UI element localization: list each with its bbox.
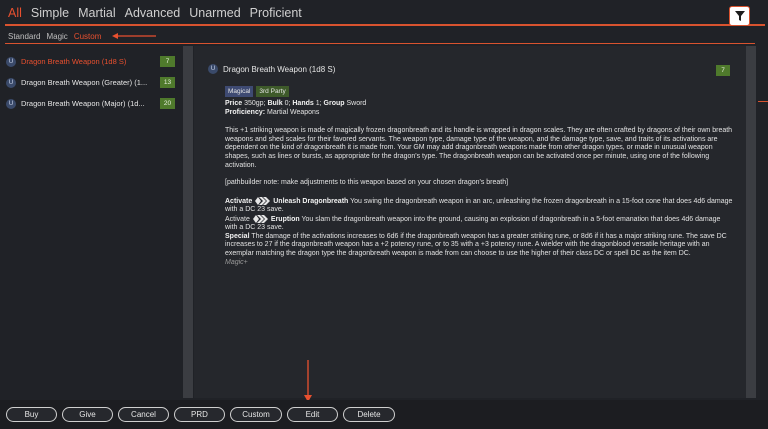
tab-martial[interactable]: Martial [78, 6, 116, 20]
level-badge: 13 [160, 77, 175, 88]
list-scrollbar[interactable] [183, 46, 193, 398]
delete-button[interactable]: Delete [343, 407, 395, 422]
price-value: 350gp; [244, 100, 266, 107]
detail-panel: U Dragon Breath Weapon (1d8 S) 7 Magical… [194, 46, 746, 398]
trait-list: Magical 3rd Party [225, 86, 289, 97]
edit-button[interactable]: Edit [287, 407, 338, 422]
sub-tabs: Standard Magic Custom [8, 32, 101, 41]
list-item[interactable]: U Dragon Breath Weapon (Major) (1d... 20 [0, 93, 180, 114]
uncommon-badge: U [6, 77, 16, 88]
two-action-icon [252, 214, 268, 223]
bulk-value: 0; [284, 100, 291, 107]
item-label: Dragon Breath Weapon (Greater) (1... [21, 78, 148, 87]
activation-2: Activate Eruption You slam the dragonbrea… [225, 214, 733, 233]
annotation-arrow-left [112, 33, 156, 39]
activation-name: Eruption [270, 215, 300, 223]
item-label: Dragon Breath Weapon (1d8 S) [21, 57, 127, 66]
uncommon-badge: U [6, 98, 16, 109]
tab-proficient[interactable]: Proficient [250, 6, 302, 20]
builder-note: [pathbuilder note: make adjustments to t… [225, 179, 509, 187]
subtab-custom[interactable]: Custom [74, 32, 102, 41]
trait-tag: 3rd Party [256, 86, 289, 97]
item-label: Dragon Breath Weapon (Major) (1d... [21, 99, 145, 108]
description: This +1 striking weapon is made of magic… [225, 127, 733, 169]
tabs-divider [5, 24, 765, 26]
proficiency-line: Proficiency: Martial Weapons [225, 109, 733, 118]
filter-icon [734, 11, 745, 21]
activate-label: Activate [225, 197, 253, 205]
tab-all[interactable]: All [8, 6, 22, 20]
detail-scrollbar[interactable] [746, 46, 756, 398]
activation-text: You slam the dragonbreath weapon into th… [225, 215, 721, 232]
uncommon-badge: U [6, 56, 16, 67]
annotation-arrow-down [304, 360, 312, 402]
bulk-label: Bulk [267, 100, 283, 107]
action-buttons: Buy Give Cancel PRD Custom Edit Delete [6, 407, 395, 422]
special-label: Special [225, 232, 250, 240]
group-value: Sword [346, 100, 367, 107]
buy-button[interactable]: Buy [6, 407, 57, 422]
level-badge: 7 [160, 56, 175, 67]
custom-button[interactable]: Custom [230, 407, 282, 422]
detail-body: Price 350gp; Bulk 0; Hands 1; Group Swor… [225, 100, 733, 267]
prd-button[interactable]: PRD [174, 407, 225, 422]
subtab-magic[interactable]: Magic [46, 32, 67, 41]
group-label: Group [323, 100, 345, 107]
subtabs-divider [5, 43, 755, 44]
proficiency-label: Proficiency: [225, 108, 266, 116]
hands-label: Hands [292, 100, 314, 107]
category-tabs: All Simple Martial Advanced Unarmed Prof… [8, 6, 302, 20]
list-item[interactable]: U Dragon Breath Weapon (1d8 S) 7 [0, 51, 180, 72]
detail-level-badge: 7 [716, 65, 730, 76]
filter-button[interactable] [729, 6, 750, 26]
subtab-standard[interactable]: Standard [8, 32, 40, 41]
two-action-icon [255, 196, 271, 205]
activate-label: Activate [225, 215, 250, 223]
proficiency-value: Martial Weapons [267, 108, 320, 116]
give-button[interactable]: Give [62, 407, 113, 422]
special-value: The damage of the activations increases … [225, 232, 727, 257]
stats-line: Price 350gp; Bulk 0; Hands 1; Group Swor… [225, 100, 733, 109]
special-text: Special The damage of the activations in… [225, 233, 733, 259]
activation-name: Unleash Dragonbreath [273, 197, 349, 205]
activation-1: Activate Unleash Dragonbreath You swing t… [225, 196, 733, 215]
detail-header: U Dragon Breath Weapon (1d8 S) [208, 64, 335, 74]
cancel-button[interactable]: Cancel [118, 407, 169, 422]
hands-value: 1; [315, 100, 322, 107]
edge-marker [758, 101, 768, 102]
list-item[interactable]: U Dragon Breath Weapon (Greater) (1... 1… [0, 72, 180, 93]
source-label: Magic+ [225, 258, 248, 266]
level-badge: 20 [160, 98, 175, 109]
detail-title: Dragon Breath Weapon (1d8 S) [223, 64, 336, 74]
trait-tag: Magical [225, 86, 254, 97]
item-list: U Dragon Breath Weapon (1d8 S) 7 U Drago… [0, 51, 180, 114]
uncommon-badge: U [208, 64, 218, 74]
tab-simple[interactable]: Simple [31, 6, 69, 20]
tab-unarmed[interactable]: Unarmed [189, 6, 240, 20]
price-label: Price [225, 100, 243, 107]
tab-advanced[interactable]: Advanced [125, 6, 181, 20]
